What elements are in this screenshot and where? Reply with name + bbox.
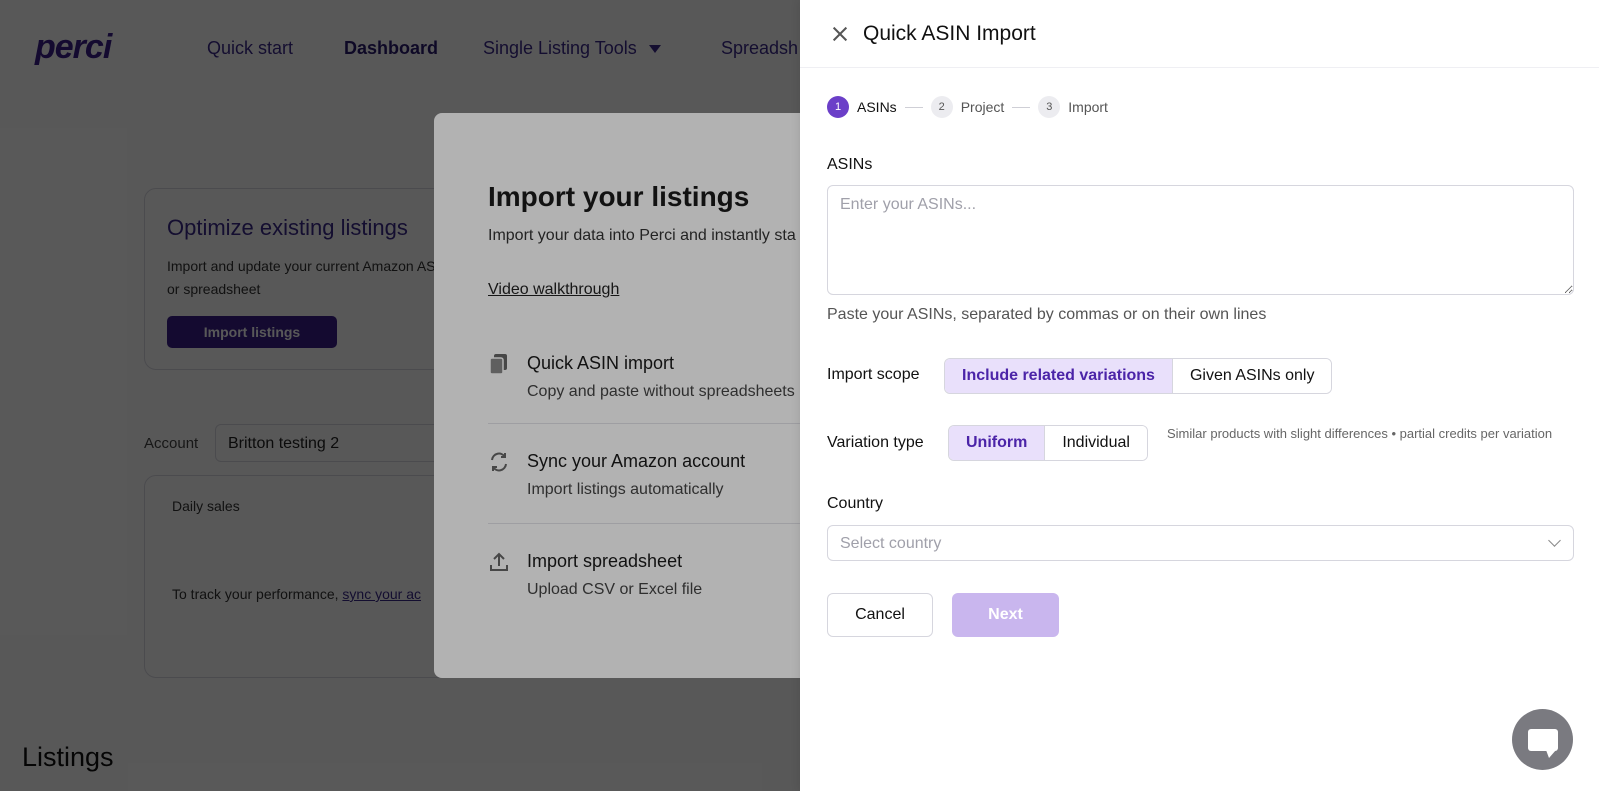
step-asins: 1 ASINs xyxy=(827,96,897,118)
step-connector xyxy=(1012,106,1031,108)
drawer-title: Quick ASIN Import xyxy=(863,22,1036,45)
step-number: 3 xyxy=(1038,96,1061,118)
country-select[interactable]: Select country xyxy=(827,525,1574,561)
variation-uniform[interactable]: Uniform xyxy=(949,426,1045,460)
variation-type-label: Variation type xyxy=(827,434,924,451)
step-project: 2 Project xyxy=(930,96,1005,118)
chat-button[interactable] xyxy=(1512,709,1573,770)
stepper: 1 ASINs 2 Project 3 Import xyxy=(827,96,1108,118)
step-number: 1 xyxy=(827,96,849,118)
variation-type-hint: Similar products with slight differences… xyxy=(1167,426,1553,441)
next-button[interactable]: Next xyxy=(952,593,1059,637)
step-label: Project xyxy=(960,99,1005,115)
asins-textarea[interactable] xyxy=(827,185,1574,295)
step-number: 2 xyxy=(930,96,953,118)
scope-include-related-variations[interactable]: Include related variations xyxy=(945,359,1172,393)
step-label: Import xyxy=(1068,99,1108,115)
import-scope-label: Import scope xyxy=(827,366,920,383)
step-import: 3 Import xyxy=(1038,96,1108,118)
step-connector xyxy=(904,106,923,108)
import-scope-toggle: Include related variations Given ASINs o… xyxy=(944,358,1333,394)
quick-asin-import-drawer: Quick ASIN Import 1 ASINs 2 Project 3 Im… xyxy=(800,0,1599,791)
chevron-down-icon xyxy=(1548,534,1561,547)
cancel-button[interactable]: Cancel xyxy=(827,593,933,637)
drawer-overlay[interactable] xyxy=(0,0,800,791)
country-label: Country xyxy=(827,495,884,512)
step-label: ASINs xyxy=(857,99,897,115)
scope-given-asins-only[interactable]: Given ASINs only xyxy=(1171,359,1332,393)
close-icon[interactable] xyxy=(828,22,852,46)
country-placeholder: Select country xyxy=(840,535,942,552)
variation-type-toggle: Uniform Individual xyxy=(948,425,1148,461)
chat-icon xyxy=(1527,728,1558,758)
variation-individual[interactable]: Individual xyxy=(1044,426,1147,460)
asins-help-text: Paste your ASINs, separated by commas or… xyxy=(827,306,1267,323)
drawer-header: Quick ASIN Import xyxy=(800,0,1599,68)
asins-label: ASINs xyxy=(827,156,873,173)
